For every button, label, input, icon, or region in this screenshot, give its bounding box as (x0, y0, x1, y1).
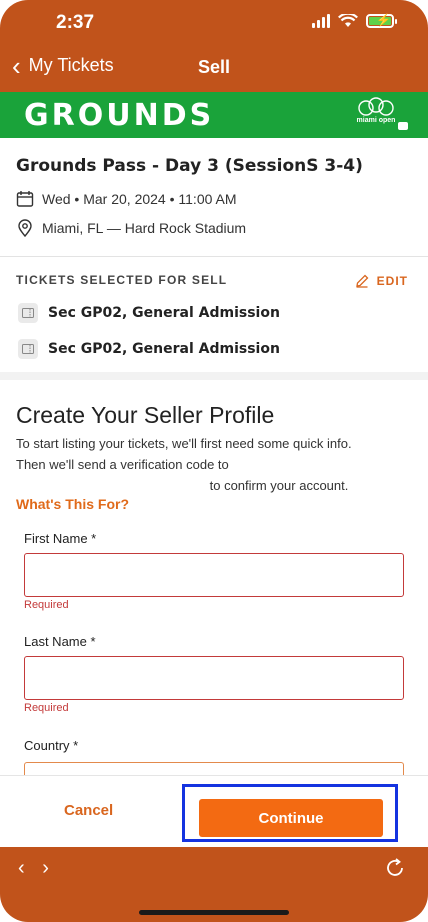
status-icons: ⚡ (312, 13, 397, 28)
reload-icon[interactable] (384, 857, 406, 879)
whats-this-for-link[interactable]: What's This For? (16, 496, 129, 512)
country-label: Country * (24, 738, 79, 753)
signal-icon (312, 14, 330, 28)
pencil-icon (355, 274, 369, 288)
event-datetime: Wed • Mar 20, 2024 • 11:00 AM (42, 191, 237, 207)
redacted-contact (16, 478, 206, 490)
event-banner: GROUNDS miami open (0, 92, 428, 138)
event-location: Miami, FL — Hard Rock Stadium (42, 220, 247, 236)
ticket-item: Sec GP02, General Admission (18, 339, 280, 359)
event-location-row: Miami, FL — Hard Rock Stadium (16, 219, 246, 237)
location-pin-icon (18, 219, 32, 237)
battery-icon: ⚡ (366, 13, 397, 28)
first-name-field[interactable] (24, 553, 404, 597)
status-time: 2:37 (56, 12, 95, 33)
tickets-section-label: TICKETS SELECTED FOR SELL (16, 273, 228, 287)
form-desc-line3: to confirm your account. (209, 478, 349, 493)
home-indicator (139, 910, 289, 915)
ticket-icon (18, 339, 38, 359)
ticket-icon (18, 303, 38, 323)
form-description: To start listing your tickets, we'll fir… (16, 433, 396, 496)
event-name: Grounds Pass - Day 3 (SessionS 3-4) (16, 156, 363, 176)
cancel-button[interactable]: Cancel (64, 802, 113, 819)
calendar-icon (16, 191, 34, 207)
form-desc-line1: To start listing your tickets, we'll fir… (16, 436, 352, 451)
top-bar: 2:37 ⚡ ‹ My Tickets Sell (0, 0, 428, 92)
action-footer: Cancel Continue (0, 775, 428, 847)
last-name-field[interactable] (24, 656, 404, 700)
first-name-error: Required (24, 599, 69, 611)
edit-label: EDIT (376, 274, 408, 288)
phone-screen: 2:37 ⚡ ‹ My Tickets Sell GROUNDS miami o… (0, 0, 428, 922)
continue-button[interactable]: Continue (199, 799, 383, 837)
wifi-icon (338, 14, 358, 27)
logo-text: miami open (357, 117, 396, 124)
banner-title: GROUNDS (24, 98, 215, 133)
last-name-error: Required (24, 702, 69, 714)
form-desc-line2: Then we'll send a verification code to (16, 457, 229, 472)
browser-toolbar: ‹ › (0, 847, 428, 922)
divider (0, 256, 428, 257)
page-title: Sell (197, 57, 231, 77)
event-datetime-row: Wed • Mar 20, 2024 • 11:00 AM (16, 190, 237, 208)
form-title: Create Your Seller Profile (16, 402, 275, 428)
nav-arrows[interactable]: ‹ › (18, 857, 55, 880)
ticket-label: Sec GP02, General Admission (48, 341, 280, 357)
first-name-label: First Name * (24, 531, 97, 546)
edit-tickets-button[interactable]: EDIT (355, 274, 408, 288)
ticket-item: Sec GP02, General Admission (18, 303, 280, 323)
miami-open-logo: miami open (357, 97, 408, 130)
last-name-label: Last Name * (24, 634, 96, 649)
section-separator (0, 372, 428, 380)
continue-highlight: Continue (182, 784, 398, 842)
ticket-label: Sec GP02, General Admission (48, 305, 280, 321)
